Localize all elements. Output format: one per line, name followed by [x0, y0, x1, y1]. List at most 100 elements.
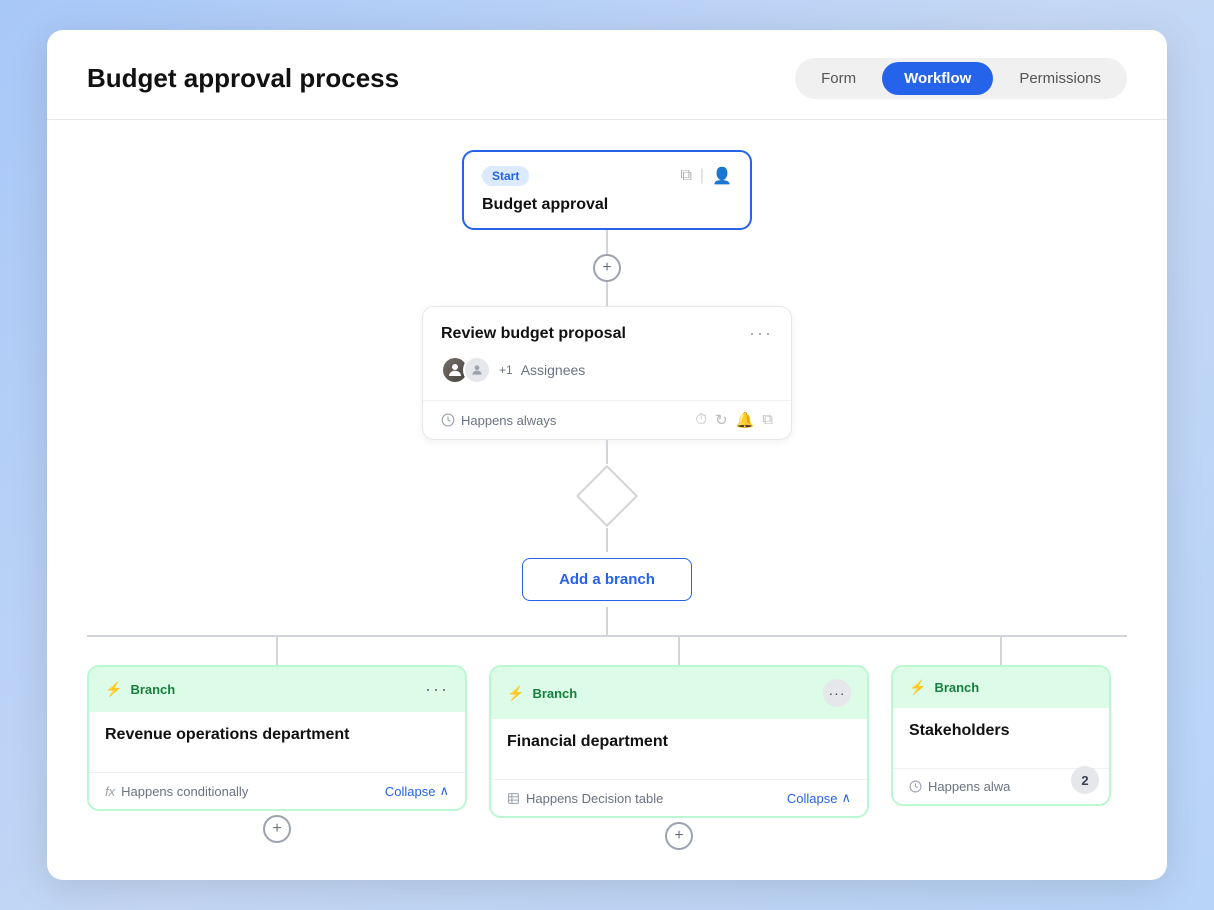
chevron-up-1: ∧ [439, 783, 449, 799]
condition-text: Happens always [461, 413, 556, 428]
branch-3-header: ⚡ Branch [893, 667, 1109, 708]
flow-area: Start ⧉ | 👤 Budget approval + [87, 150, 1127, 850]
repeat-icon[interactable]: ↻ [715, 411, 728, 429]
app-container: Budget approval process Form Workflow Pe… [47, 30, 1167, 880]
assignees-label: Assignees [521, 362, 586, 378]
branch-1-icon: ⚡ [105, 681, 122, 698]
branch-2-vline [678, 637, 680, 665]
branch-1-wrapper: ⚡ Branch ··· Revenue operations departme… [87, 637, 467, 843]
collapse-2-label: Collapse [787, 791, 838, 806]
plus-count: +1 [499, 363, 513, 377]
branch-3-wrapper: ⚡ Branch Stakeholders Happens alwa [891, 637, 1111, 806]
branch-1-label: Branch [130, 682, 175, 697]
condition-icon [441, 413, 455, 427]
tab-workflow[interactable]: Workflow [882, 62, 993, 95]
branch-1-label-group: ⚡ Branch [105, 681, 175, 698]
branch-2-footer: Happens Decision table Collapse ∧ [491, 779, 867, 816]
branch-1-condition-text: Happens conditionally [121, 784, 248, 799]
review-node[interactable]: Review budget proposal ··· [422, 306, 792, 440]
branch-1-add-btn[interactable]: + [263, 815, 291, 843]
branch-card-2[interactable]: ⚡ Branch ··· Financial department [489, 665, 869, 818]
branch-3-condition-text: Happens alwa [928, 779, 1010, 794]
person-settings-icon[interactable]: 👤 [712, 166, 732, 186]
assignees-row: +1 Assignees [441, 356, 773, 384]
branch-2-condition: Happens Decision table [507, 791, 663, 806]
table-icon [507, 792, 520, 805]
review-node-title: Review budget proposal [441, 325, 626, 343]
branch-2-label: Branch [532, 686, 577, 701]
branch-1-footer: fx Happens conditionally Collapse ∧ [89, 772, 465, 809]
branch-2-wrapper: ⚡ Branch ··· Financial department [489, 637, 869, 850]
header: Budget approval process Form Workflow Pe… [47, 30, 1167, 120]
branches-area: ⚡ Branch ··· Revenue operations departme… [87, 607, 1127, 850]
branch-1-body: Revenue operations department [89, 712, 465, 772]
clock-icon[interactable]: ⏱ [695, 411, 707, 429]
start-node-section: Start ⧉ | 👤 Budget approval + [462, 150, 752, 306]
branch-3-label-group: ⚡ Branch [909, 679, 979, 696]
branch-2-header: ⚡ Branch ··· [491, 667, 867, 719]
branch-2-plus-container: + [665, 822, 693, 850]
start-node-header: Start ⧉ | 👤 [482, 166, 732, 186]
branch-1-header: ⚡ Branch ··· [89, 667, 465, 712]
start-node-icons: ⧉ | 👤 [680, 166, 732, 186]
branch-1-condition: fx Happens conditionally [105, 784, 248, 799]
bell-icon[interactable]: 🔔 [736, 411, 755, 429]
branch-1-vline [276, 637, 278, 665]
tab-group: Form Workflow Permissions [795, 58, 1127, 99]
review-node-header: Review budget proposal ··· [441, 323, 773, 344]
branch-1-collapse[interactable]: Collapse ∧ [385, 783, 449, 799]
branch-2-icon: ⚡ [507, 685, 524, 702]
dots-icon-2: ··· [829, 685, 846, 701]
branch-2-menu-active[interactable]: ··· [823, 679, 851, 707]
overflow-badge: 2 [1071, 766, 1099, 794]
branch-2-add-btn[interactable]: + [665, 822, 693, 850]
start-node-title: Budget approval [482, 196, 732, 214]
copy2-icon[interactable]: ⧉ [762, 411, 773, 429]
add-branch-button[interactable]: Add a branch [522, 558, 692, 601]
branch-3-vline [1000, 637, 1002, 665]
connector-4 [606, 528, 608, 552]
always-icon [909, 780, 922, 793]
tab-form[interactable]: Form [799, 62, 878, 95]
branch-3-condition: Happens alwa [909, 779, 1010, 794]
branch-1-title: Revenue operations department [105, 726, 449, 744]
condition-label: Happens always [441, 413, 556, 428]
branch-1-plus-container: + [263, 815, 291, 843]
start-node[interactable]: Start ⧉ | 👤 Budget approval [462, 150, 752, 230]
branch-3-body: Stakeholders [893, 708, 1109, 768]
branch-1-menu[interactable]: ··· [425, 679, 449, 700]
branch-2-title: Financial department [507, 733, 851, 751]
avatar-group [441, 356, 491, 384]
condition-icons: ⏱ ↻ 🔔 ⧉ [695, 411, 773, 429]
avatar-placeholder [463, 356, 491, 384]
branch-2-body: Financial department [491, 719, 867, 779]
diamond-container [585, 474, 629, 518]
diamond-shape [576, 465, 638, 527]
add-step-btn-1[interactable]: + [593, 254, 621, 282]
start-badge: Start [482, 166, 529, 186]
branch-card-1[interactable]: ⚡ Branch ··· Revenue operations departme… [87, 665, 467, 811]
collapse-1-label: Collapse [385, 784, 436, 799]
connector-1 [606, 230, 608, 254]
page-title: Budget approval process [87, 63, 399, 94]
tab-permissions[interactable]: Permissions [997, 62, 1123, 95]
branch-2-collapse[interactable]: Collapse ∧ [787, 790, 851, 806]
connector-3 [606, 440, 608, 464]
review-node-body: Review budget proposal ··· [423, 307, 791, 400]
review-node-menu[interactable]: ··· [749, 323, 773, 344]
copy-icon[interactable]: ⧉ [680, 167, 691, 185]
review-node-section: Review budget proposal ··· [422, 306, 792, 464]
branch-card-3[interactable]: ⚡ Branch Stakeholders Happens alwa [891, 665, 1111, 806]
branch-3-title: Stakeholders [909, 722, 1093, 740]
center-vline [606, 607, 608, 635]
chevron-up-2: ∧ [841, 790, 851, 806]
h-line-container [87, 607, 1127, 635]
branch-3-icon: ⚡ [909, 679, 926, 696]
branch-2-condition-text: Happens Decision table [526, 791, 663, 806]
branches-row: ⚡ Branch ··· Revenue operations departme… [87, 637, 1127, 850]
branch-2-label-group: ⚡ Branch [507, 685, 577, 702]
workflow-canvas: Start ⧉ | 👤 Budget approval + [47, 120, 1167, 880]
fx-icon: fx [105, 784, 115, 799]
connector-2 [606, 282, 608, 306]
review-node-footer: Happens always ⏱ ↻ 🔔 ⧉ [423, 400, 791, 439]
